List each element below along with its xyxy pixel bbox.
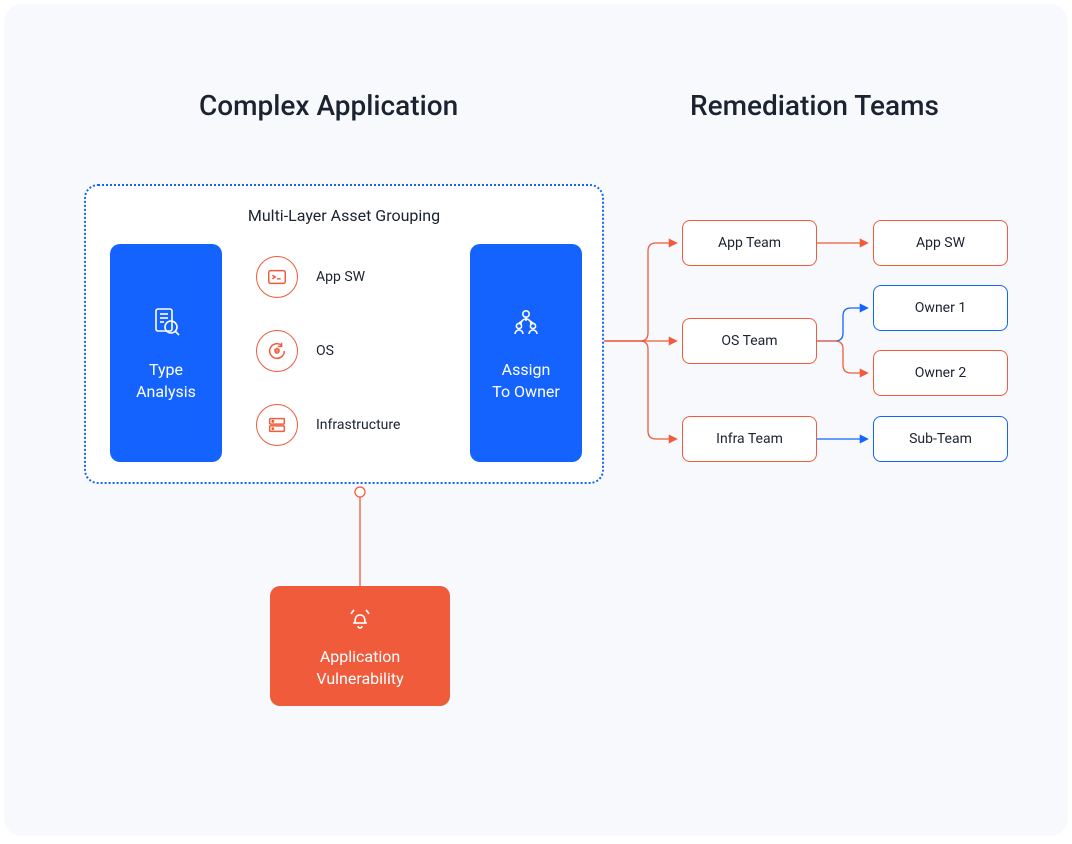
diagram-canvas: Complex Application Remediation Teams Mu… bbox=[4, 4, 1068, 836]
analysis-icon bbox=[148, 304, 184, 346]
assign-to-owner-card: Assign To Owner bbox=[470, 244, 582, 462]
owner-label: Owner 1 bbox=[915, 300, 966, 316]
owner-label: Sub-Team bbox=[909, 431, 972, 447]
asset-item-label: Infrastructure bbox=[316, 417, 400, 433]
owner-2: Owner 2 bbox=[873, 350, 1008, 396]
terminal-icon bbox=[256, 256, 298, 298]
assign-owner-label: Assign To Owner bbox=[492, 359, 560, 402]
owner-label: App SW bbox=[916, 235, 965, 251]
asset-item-app-sw: App SW bbox=[256, 256, 365, 298]
vulnerability-label: Application Vulnerability bbox=[316, 646, 403, 689]
application-vulnerability-card: Application Vulnerability bbox=[270, 586, 450, 706]
owner-sub-team: Sub-Team bbox=[873, 416, 1008, 462]
type-analysis-card: Type Analysis bbox=[110, 244, 222, 462]
team-label: Infra Team bbox=[716, 431, 783, 447]
multi-layer-asset-group: Multi-Layer Asset Grouping Type Analysis bbox=[84, 184, 604, 484]
team-infra-team: Infra Team bbox=[682, 416, 817, 462]
team-label: App Team bbox=[718, 235, 781, 251]
asset-item-label: App SW bbox=[316, 269, 365, 285]
team-label: OS Team bbox=[721, 333, 777, 349]
heading-complex-application: Complex Application bbox=[199, 89, 458, 122]
asset-item-os: OS bbox=[256, 330, 334, 372]
asset-item-infrastructure: Infrastructure bbox=[256, 404, 400, 446]
team-os-team: OS Team bbox=[682, 318, 817, 364]
team-app-team: App Team bbox=[682, 220, 817, 266]
server-icon bbox=[256, 404, 298, 446]
type-analysis-label: Type Analysis bbox=[136, 359, 196, 402]
vuln-connector bbox=[354, 484, 366, 594]
asset-item-label: OS bbox=[316, 343, 334, 359]
gear-refresh-icon bbox=[256, 330, 298, 372]
group-title: Multi-Layer Asset Grouping bbox=[86, 206, 602, 225]
owner-app-sw: App SW bbox=[873, 220, 1008, 266]
heading-remediation-teams: Remediation Teams bbox=[690, 89, 939, 122]
people-icon bbox=[508, 304, 544, 346]
alert-bell-icon bbox=[345, 603, 375, 639]
owner-1: Owner 1 bbox=[873, 285, 1008, 331]
owner-label: Owner 2 bbox=[915, 365, 966, 381]
